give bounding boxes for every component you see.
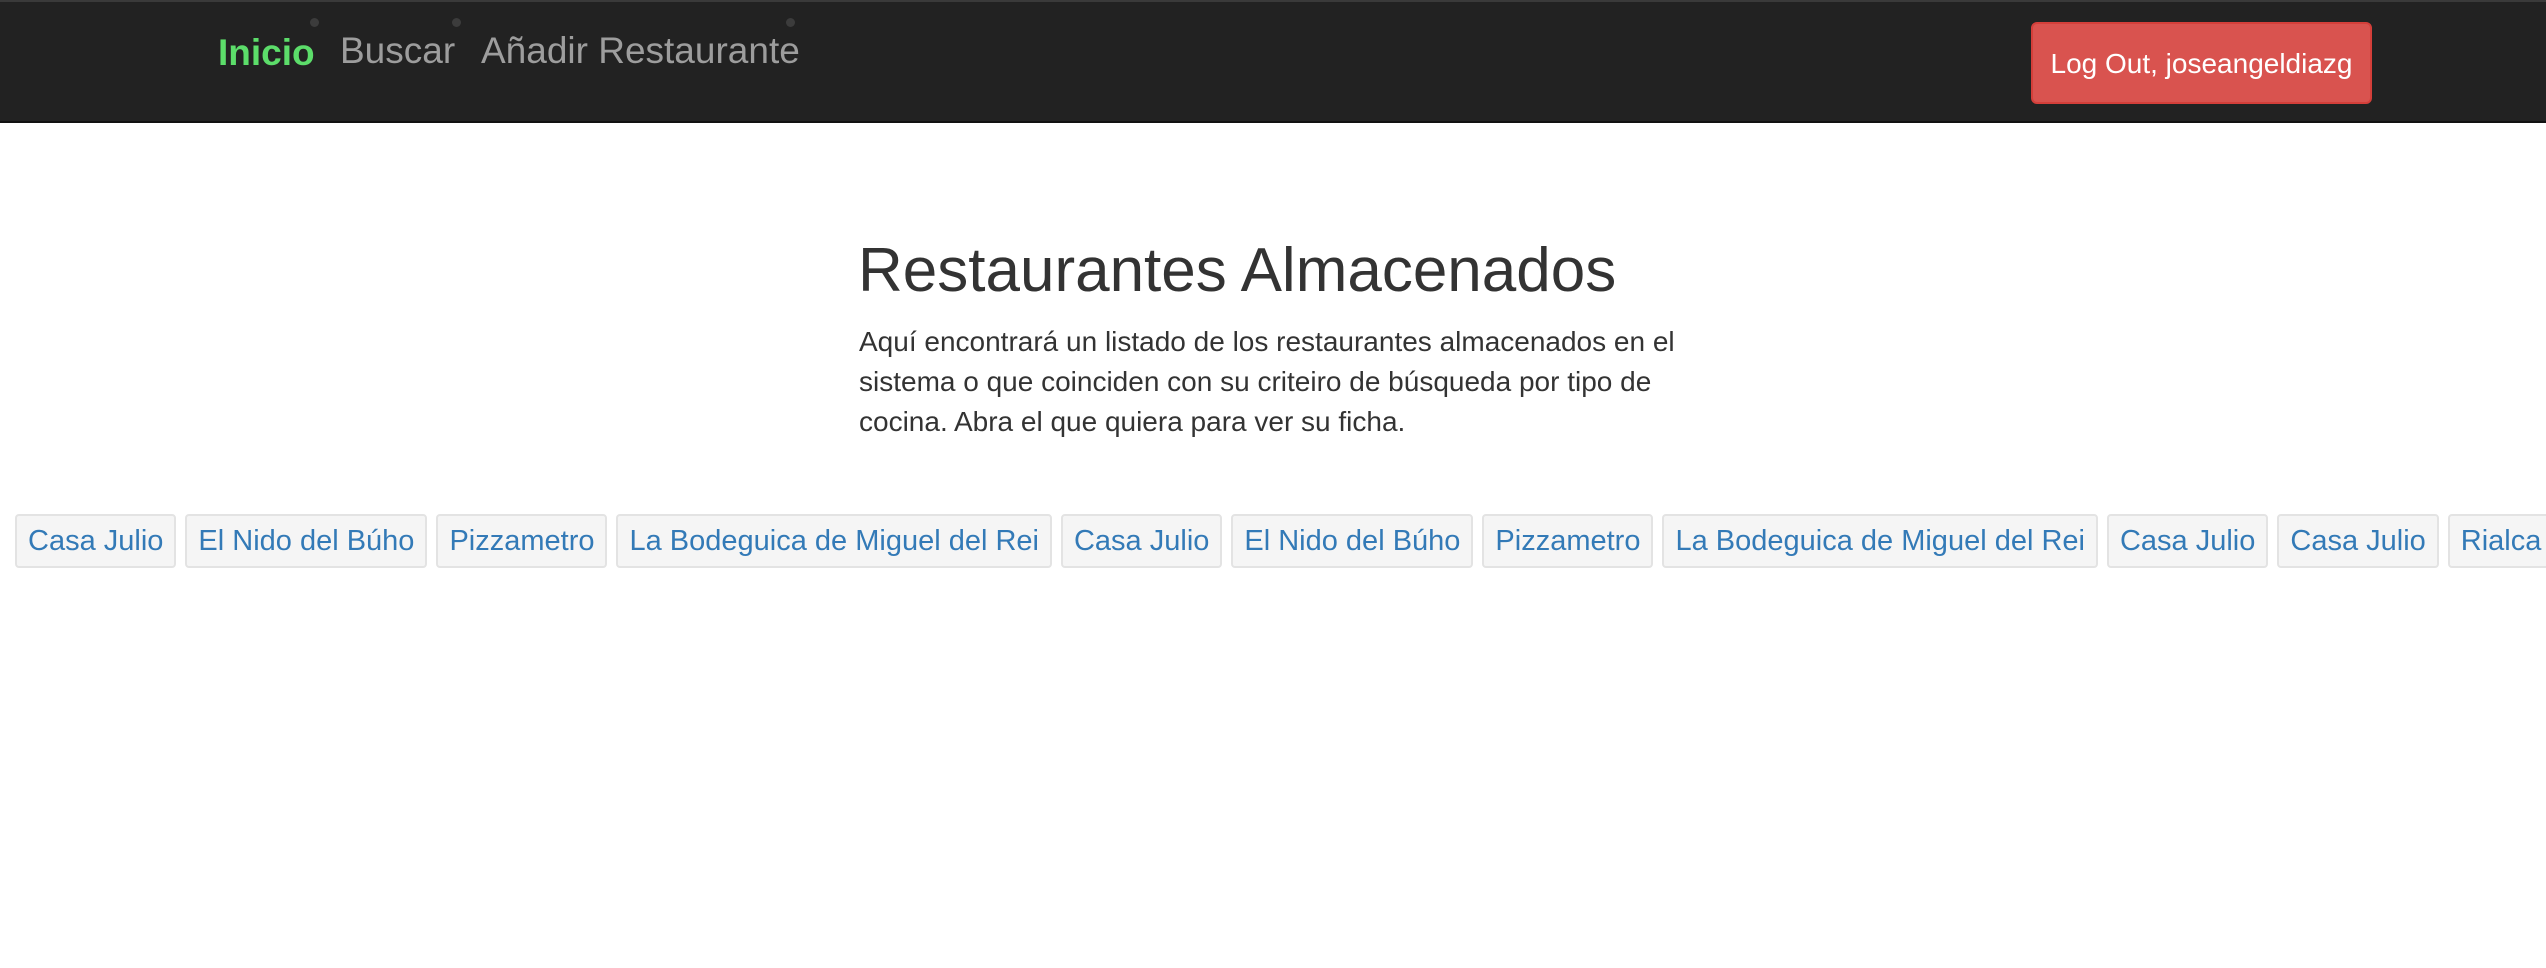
page-title: Restaurantes Almacenados (858, 236, 1617, 305)
restaurant-link-casa-julio[interactable]: Casa Julio (2106, 514, 2269, 568)
nav-inicio-link[interactable]: Inicio (218, 28, 315, 78)
nav-separator-dot (452, 18, 461, 27)
nav-separator-dot (310, 18, 319, 27)
page-description: Aquí encontrará un listado de los restau… (859, 326, 1675, 437)
top-navbar: Inicio Buscar Añadir Restaurante Log Out… (0, 0, 2546, 123)
restaurant-link-casa-julio[interactable]: Casa Julio (1060, 514, 1223, 568)
restaurant-list: Casa Julio El Nido del Búho Pizzametro L… (15, 514, 2546, 568)
restaurant-link-pizzametro[interactable]: Pizzametro (1482, 514, 1654, 568)
restaurant-link-pizzametro[interactable]: Pizzametro (436, 514, 608, 568)
restaurant-link-el-nido-del-buho[interactable]: El Nido del Búho (1231, 514, 1474, 568)
restaurant-link-rialca[interactable]: Rialca (2447, 514, 2546, 568)
restaurant-link-casa-julio[interactable]: Casa Julio (15, 514, 177, 568)
nav-separator-dot (786, 18, 795, 27)
restaurant-link-casa-julio[interactable]: Casa Julio (2277, 514, 2439, 568)
nav-anadir-restaurante-link[interactable]: Añadir Restaurante (481, 26, 800, 76)
restaurant-link-la-bodeguica[interactable]: La Bodeguica de Miguel del Rei (616, 514, 1052, 568)
restaurant-link-el-nido-del-buho[interactable]: El Nido del Búho (185, 514, 428, 568)
nav-buscar-link[interactable]: Buscar (340, 26, 455, 76)
restaurant-link-la-bodeguica[interactable]: La Bodeguica de Miguel del Rei (1662, 514, 2098, 568)
logout-button[interactable]: Log Out, joseangeldiazg (2031, 22, 2372, 104)
